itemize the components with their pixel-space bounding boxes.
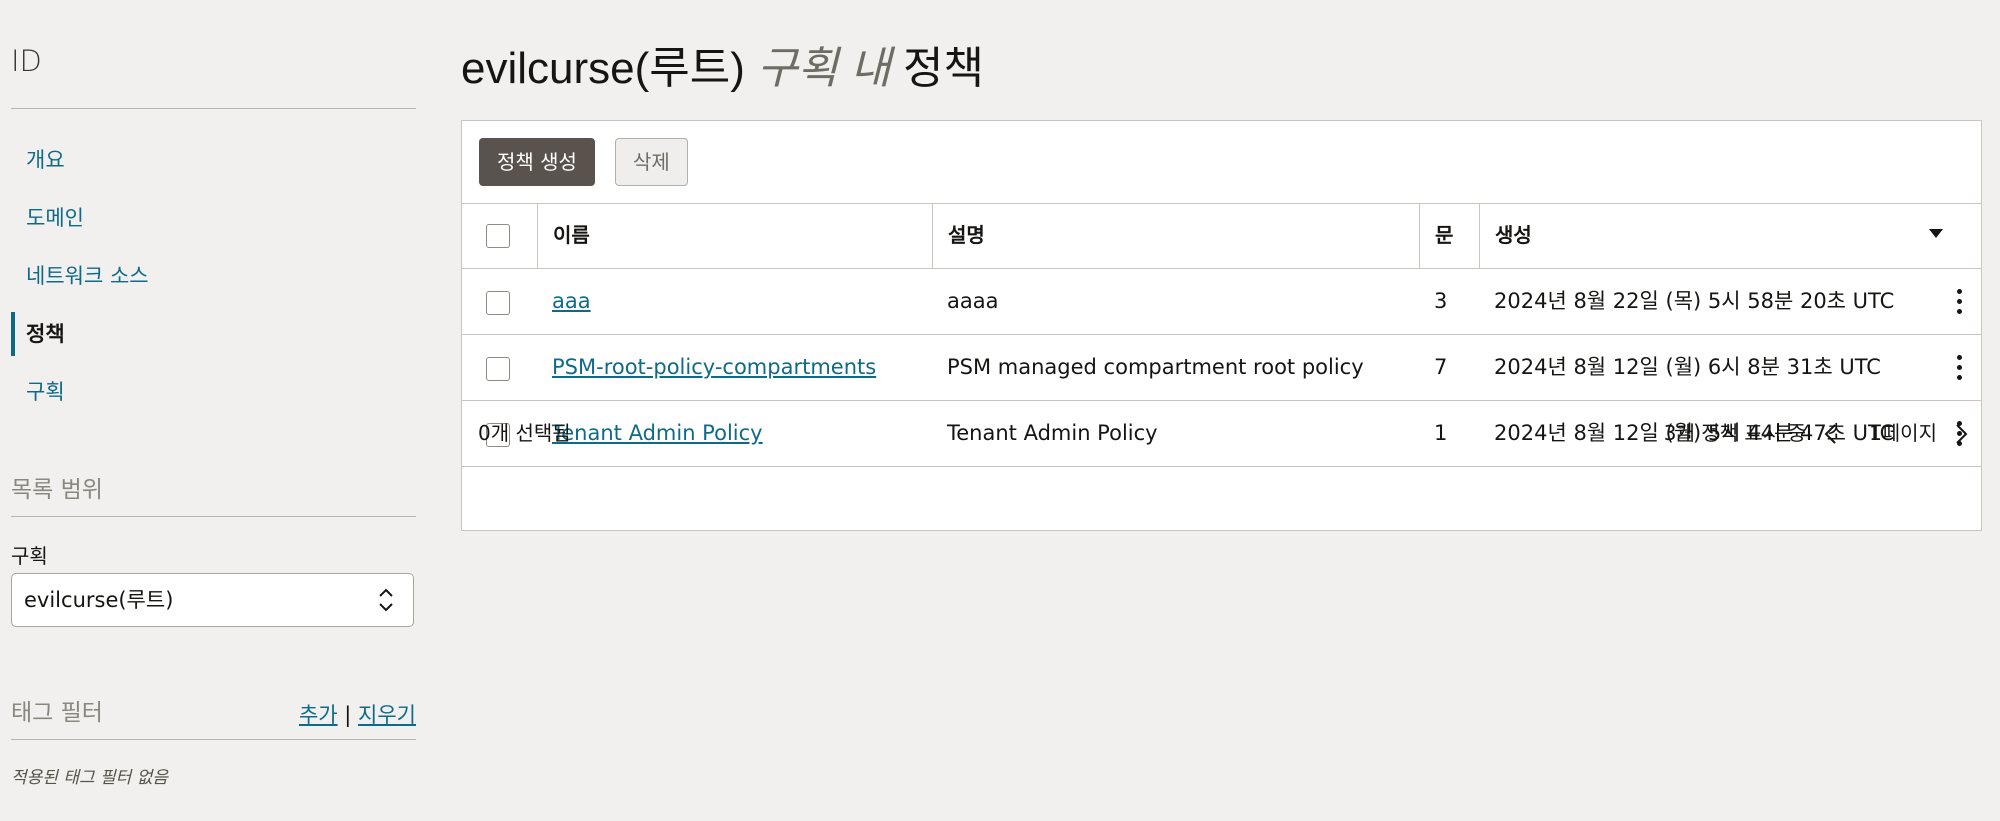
column-header-description[interactable]: 설명 [932, 203, 1419, 268]
sidebar-nav: 개요 도메인 네트워크 소스 정책 구획 [11, 131, 416, 421]
sidebar-item-overview[interactable]: 개요 [11, 131, 416, 189]
list-scope-heading: 목록 범위 [11, 477, 103, 503]
table-row: aaa aaaa 3 2024년 8월 22일 (목) 5시 58분 20초 U… [462, 269, 1981, 335]
no-tag-filters-text: 적용된 태그 필터 없음 [11, 768, 168, 788]
page-title: evilcurse(루트) 구획 내 정책 [461, 32, 984, 96]
page-indicator: 1페이지 [1869, 421, 1937, 445]
sidebar-title: ID [11, 44, 42, 78]
chevron-left-icon[interactable] [1821, 423, 1841, 445]
page-title-in-compartment: 구획 내 [757, 44, 891, 93]
policy-created: 2024년 8월 22일 (목) 5시 58분 20초 UTC [1494, 289, 1895, 313]
caret-down-icon[interactable] [1929, 229, 1943, 238]
kebab-icon[interactable] [1957, 289, 1963, 315]
clear-tag-filter-link[interactable]: 지우기 [358, 703, 416, 727]
policy-name-link[interactable]: aaa [552, 289, 591, 313]
policy-created: 2024년 8월 12일 (월) 6시 8분 31초 UTC [1494, 355, 1881, 379]
row-actions-cell [1939, 335, 1983, 400]
page-title-policies: 정책 [903, 44, 984, 93]
column-header-name[interactable]: 이름 [537, 203, 932, 268]
sidebar-item-network-sources[interactable]: 네트워크 소스 [11, 247, 416, 305]
displayed-count: 3개 정책 표시 중 [1663, 421, 1806, 445]
compartment-label: 구획 [11, 544, 48, 568]
divider [11, 739, 416, 740]
tag-filter-actions: 추가 | 지우기 [299, 699, 416, 729]
policy-description: PSM managed compartment root policy [947, 355, 1364, 379]
policy-statement-count: 3 [1434, 289, 1448, 313]
create-policy-button[interactable]: 정책 생성 [479, 138, 595, 186]
column-header-created[interactable]: 생성 [1479, 203, 1983, 268]
row-checkbox[interactable] [486, 357, 510, 381]
policy-name-cell: aaa [537, 269, 932, 334]
column-header-statements[interactable]: 문 [1419, 203, 1479, 268]
table-footer: 0개 선택됨 3개 정책 표시 중 1페이지 [462, 401, 1981, 465]
policy-description: aaaa [947, 289, 999, 313]
selected-count: 0개 선택됨 [478, 421, 571, 445]
sidebar-item-domains[interactable]: 도메인 [11, 189, 416, 247]
chevron-right-icon[interactable] [1951, 423, 1971, 445]
policies-table-panel: 정책 생성 삭제 이름 설명 문 생성 aaa aaaa 3 2024년 8월 … [461, 120, 1982, 531]
divider [11, 108, 416, 109]
policy-statement-count: 7 [1434, 355, 1448, 379]
divider [11, 516, 416, 517]
kebab-icon[interactable] [1957, 355, 1963, 381]
chevron-up-down-icon [379, 588, 393, 612]
row-checkbox-cell [462, 269, 537, 334]
compartment-select-value: evilcurse(루트) [24, 588, 174, 612]
column-header-created-label: 생성 [1495, 223, 1532, 247]
policy-name-link[interactable]: PSM-root-policy-compartments [552, 355, 876, 379]
delete-button[interactable]: 삭제 [615, 138, 688, 186]
tag-filter-heading: 태그 필터 [11, 700, 103, 726]
add-tag-filter-link[interactable]: 추가 [299, 703, 338, 727]
sidebar-item-policies[interactable]: 정책 [11, 305, 416, 363]
compartment-select[interactable]: evilcurse(루트) [11, 573, 414, 627]
header-checkbox-cell [462, 203, 537, 268]
row-checkbox-cell [462, 335, 537, 400]
select-all-checkbox[interactable] [486, 224, 510, 248]
table-row: PSM-root-policy-compartments PSM managed… [462, 335, 1981, 401]
sidebar-item-compartments[interactable]: 구획 [11, 363, 416, 421]
row-actions-cell [1939, 269, 1983, 334]
table-header-row: 이름 설명 문 생성 [462, 203, 1981, 269]
table-toolbar: 정책 생성 삭제 [462, 121, 1981, 204]
row-checkbox[interactable] [486, 291, 510, 315]
link-separator: | [344, 703, 352, 727]
page-title-compartment: evilcurse(루트) [461, 44, 745, 93]
policy-name-cell: PSM-root-policy-compartments [537, 335, 932, 400]
